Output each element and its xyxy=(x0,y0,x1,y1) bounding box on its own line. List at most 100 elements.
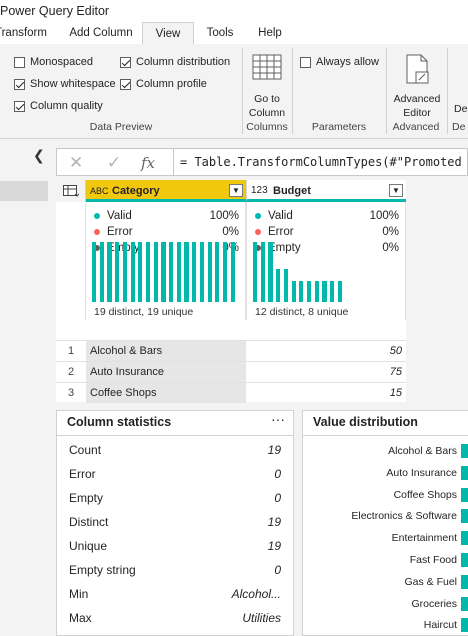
parameters-group-label: Parameters xyxy=(311,121,367,133)
value-distribution-row[interactable]: Alcohol & Bars xyxy=(303,443,468,459)
text-type-icon[interactable]: ABC xyxy=(90,180,109,202)
cancel-icon[interactable]: ✕ xyxy=(69,153,83,173)
column-distribution-checkbox[interactable]: Column distribution xyxy=(120,54,230,70)
tab-view[interactable]: View xyxy=(142,22,194,45)
value-bar[interactable] xyxy=(461,574,468,589)
formula-bar: ✕ ✓ fx = Table.TransformColumnTypes(#"Pr… xyxy=(56,148,468,176)
distribution-bar[interactable] xyxy=(192,242,197,302)
value-distribution-row[interactable]: Fast Food xyxy=(303,552,468,568)
distribution-bar[interactable] xyxy=(115,242,120,302)
distribution-bar[interactable] xyxy=(153,242,158,302)
value-distribution-row[interactable]: Electronics & Software xyxy=(303,508,468,524)
distribution-bar[interactable] xyxy=(161,242,166,302)
distribution-bar[interactable] xyxy=(99,242,104,302)
value-bar[interactable] xyxy=(461,509,468,524)
quality-percent: 0% xyxy=(382,225,399,238)
value-distribution-row[interactable]: Auto Insurance xyxy=(303,465,468,481)
tab-help[interactable]: Help xyxy=(250,22,290,44)
distribution-bar[interactable] xyxy=(169,242,174,302)
value-distribution-row[interactable]: Entertainment xyxy=(303,530,468,546)
query-item-selected[interactable] xyxy=(0,181,48,201)
fx-icon[interactable]: fx xyxy=(141,154,155,172)
distribution-bar[interactable] xyxy=(130,242,135,302)
distribution-bar[interactable] xyxy=(107,242,112,302)
column-header-budget[interactable]: 123 Budget ▼ xyxy=(246,180,406,202)
distribution-bar[interactable] xyxy=(253,242,258,302)
row-number: 3 xyxy=(67,387,75,399)
more-options-icon[interactable]: ··· xyxy=(271,411,285,427)
distribution-bar[interactable] xyxy=(322,281,327,302)
table-row[interactable]: 1 Alcohol & Bars 50 xyxy=(56,340,406,361)
table-menu-button[interactable] xyxy=(56,180,86,202)
quality-percent: 0% xyxy=(222,225,239,238)
collapse-queries-icon[interactable]: ❮ xyxy=(33,147,45,164)
value-distribution-row[interactable]: Haircut xyxy=(303,617,468,633)
cell-budget[interactable]: 50 xyxy=(246,341,406,361)
dependencies-button-label[interactable]: De xyxy=(454,102,467,116)
distribution-bar[interactable] xyxy=(145,242,151,302)
quality-label: Error xyxy=(107,225,133,238)
tab-tools[interactable]: Tools xyxy=(200,22,240,44)
filter-dropdown-icon[interactable]: ▼ xyxy=(229,184,243,197)
value-bar[interactable] xyxy=(461,465,468,480)
statistic-row: Count 19 xyxy=(69,443,281,461)
statistic-row: Max Utilities xyxy=(69,611,281,629)
value-bar[interactable] xyxy=(461,487,468,502)
go-to-column-button[interactable]: Go to Column xyxy=(244,48,290,120)
distribution-bar[interactable] xyxy=(222,242,228,302)
number-type-icon[interactable]: 123 xyxy=(251,180,268,202)
row-number: 1 xyxy=(67,345,75,357)
distribution-bars[interactable] xyxy=(92,242,240,302)
distribution-bar[interactable] xyxy=(291,281,296,302)
distribution-bar[interactable] xyxy=(176,242,181,302)
distribution-bar[interactable] xyxy=(299,281,304,302)
distribution-bar[interactable] xyxy=(306,281,312,302)
distribution-bar[interactable] xyxy=(276,269,281,302)
distribution-bar[interactable] xyxy=(260,242,265,302)
value-distribution-row[interactable]: Coffee Shops xyxy=(303,487,468,503)
distribution-bar[interactable] xyxy=(314,281,319,302)
filter-dropdown-icon[interactable]: ▼ xyxy=(389,184,403,197)
distribution-bar[interactable] xyxy=(215,242,220,302)
cell-category[interactable]: Auto Insurance xyxy=(86,362,246,382)
value-distribution-row[interactable]: Gas & Fuel xyxy=(303,574,468,590)
column-profile-checkbox[interactable]: Column profile xyxy=(120,76,207,92)
distribution-bar[interactable] xyxy=(199,242,205,302)
distribution-bar[interactable] xyxy=(268,242,273,302)
distribution-bar[interactable] xyxy=(230,242,235,302)
value-distribution-row[interactable]: Groceries xyxy=(303,596,468,612)
monospaced-checkbox[interactable]: Monospaced xyxy=(14,54,93,70)
table-row[interactable]: 3 Coffee Shops 15 xyxy=(56,382,406,403)
value-bar[interactable] xyxy=(461,618,468,633)
table-row[interactable]: 2 Auto Insurance 75 xyxy=(56,361,406,382)
value-bar[interactable] xyxy=(461,553,468,567)
formula-input[interactable]: = Table.TransformColumnTypes(#"Promoted … xyxy=(173,149,468,175)
distribution-bar[interactable] xyxy=(92,242,97,302)
distribution-bar[interactable] xyxy=(337,281,342,302)
value-bar[interactable] xyxy=(461,596,468,611)
cell-category[interactable]: Coffee Shops xyxy=(86,383,246,403)
value-bar[interactable] xyxy=(461,444,468,458)
distribution-bar[interactable] xyxy=(122,242,128,302)
show-whitespace-checkbox[interactable]: Show whitespace xyxy=(14,76,116,92)
quality-valid: Valid 100% xyxy=(255,208,399,223)
always-allow-checkbox[interactable]: Always allow xyxy=(300,54,379,70)
distribution-bar[interactable] xyxy=(184,242,189,302)
commit-icon[interactable]: ✓ xyxy=(107,153,121,173)
statistic-label: Unique xyxy=(69,539,108,553)
column-header-category[interactable]: ABC Category ▼ xyxy=(86,180,246,202)
error-dot xyxy=(255,228,261,235)
distribution-bar[interactable] xyxy=(138,242,143,302)
distribution-bar[interactable] xyxy=(207,242,212,302)
cell-budget[interactable]: 75 xyxy=(246,362,406,382)
distribution-bars[interactable] xyxy=(253,242,342,302)
distribution-bar[interactable] xyxy=(330,281,335,302)
tab-transform[interactable]: Transform xyxy=(0,22,52,44)
column-quality-checkbox[interactable]: Column quality xyxy=(14,98,103,114)
value-bar[interactable] xyxy=(461,531,468,546)
tab-add-column[interactable]: Add Column xyxy=(64,22,138,44)
distribution-bar[interactable] xyxy=(283,269,289,302)
cell-category[interactable]: Alcohol & Bars xyxy=(86,341,246,361)
advanced-editor-button[interactable]: Advanced Editor xyxy=(390,48,444,120)
cell-budget[interactable]: 15 xyxy=(246,383,406,403)
